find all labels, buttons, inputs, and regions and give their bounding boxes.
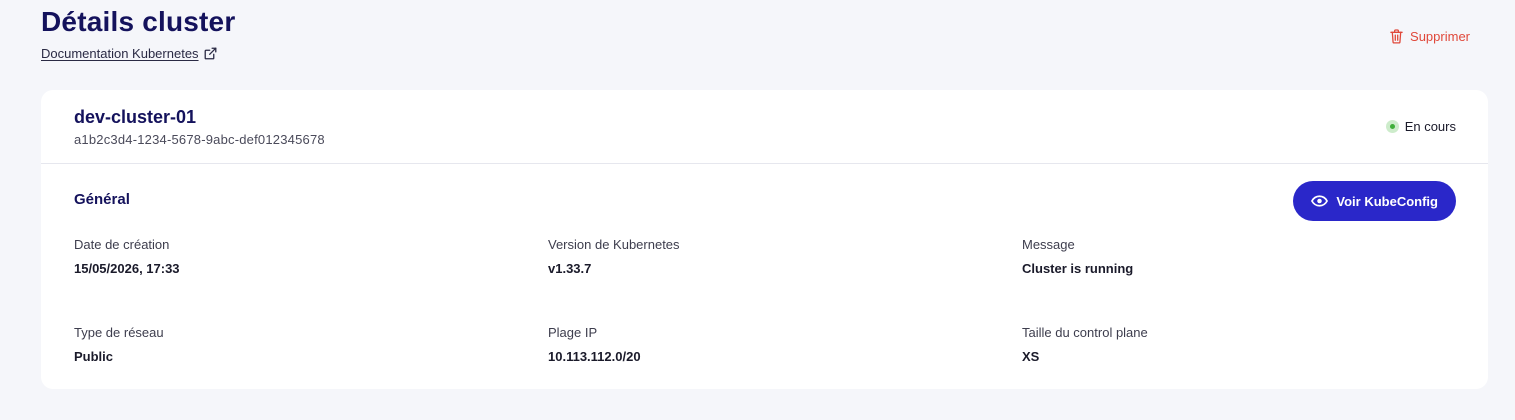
field-message: Message Cluster is running: [1022, 237, 1133, 276]
page-title: Détails cluster: [41, 6, 236, 37]
field-label: Date de création: [74, 237, 170, 252]
field-value: Cluster is running: [1022, 261, 1134, 276]
documentation-link[interactable]: Documentation Kubernetes: [41, 46, 217, 61]
status-badge: En cours: [1385, 119, 1456, 134]
field-control-plane-size: Taille du control plane XS: [1022, 325, 1148, 364]
field-value: Public: [74, 349, 114, 364]
cluster-card-header: dev-cluster-01 a1b2c3d4-1234-5678-9abc-d…: [41, 90, 1488, 164]
field-kubernetes-version: Version de Kubernetes v1.33.7: [548, 237, 680, 276]
field-value: 10.113.112.0/20: [548, 349, 641, 364]
field-value: XS: [1022, 349, 1040, 364]
external-link-icon: [204, 47, 216, 60]
view-kubeconfig-button[interactable]: Voir KubeConfig: [1293, 181, 1456, 221]
cluster-id: a1b2c3d4-1234-5678-9abc-def012345678: [74, 132, 325, 147]
field-label: Type de réseau: [74, 325, 164, 340]
field-label: Plage IP: [548, 325, 598, 340]
documentation-link-label: Documentation Kubernetes: [41, 46, 199, 61]
cluster-card: dev-cluster-01 a1b2c3d4-1234-5678-9abc-d…: [41, 90, 1488, 389]
eye-icon: [1311, 195, 1329, 207]
section-title-general: Général: [74, 191, 130, 208]
cluster-name: dev-cluster-01: [74, 107, 197, 127]
field-ip-range: Plage IP 10.113.112.0/20: [548, 325, 641, 364]
field-label: Message: [1022, 237, 1075, 252]
field-value: v1.33.7: [548, 261, 592, 276]
trash-icon: [1390, 29, 1403, 44]
cluster-details-page: Détails cluster Documentation Kubernetes…: [0, 0, 1515, 420]
field-value: 15/05/2026, 17:33: [74, 261, 180, 276]
status-dot-icon: [1385, 120, 1399, 133]
field-network-type: Type de réseau Public: [74, 325, 164, 364]
view-kubeconfig-label: Voir KubeConfig: [1336, 193, 1438, 209]
field-label: Version de Kubernetes: [548, 237, 680, 252]
delete-button[interactable]: Supprimer: [1390, 29, 1470, 44]
field-creation-date: Date de création 15/05/2026, 17:33: [74, 237, 180, 276]
status-label: En cours: [1404, 119, 1456, 134]
field-label: Taille du control plane: [1022, 325, 1148, 340]
delete-button-label: Supprimer: [1410, 29, 1470, 44]
